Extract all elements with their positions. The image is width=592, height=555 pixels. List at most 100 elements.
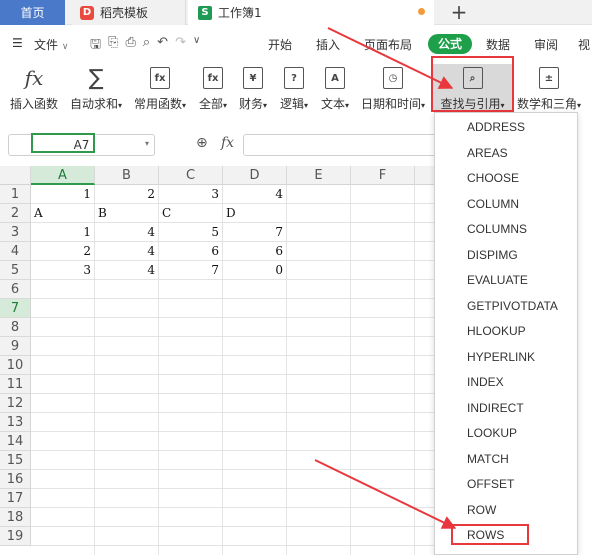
- cell-d4[interactable]: 6: [223, 242, 287, 261]
- finance-button[interactable]: ¥ 财务▾: [234, 64, 272, 112]
- column-header-d[interactable]: D: [223, 166, 287, 185]
- text-button[interactable]: A 文本▾: [316, 64, 354, 112]
- row-header-5[interactable]: 5: [0, 261, 31, 280]
- sigma-icon: ∑: [88, 65, 104, 91]
- tab-workbook[interactable]: S 工作簿1: [188, 0, 434, 25]
- row-header-17[interactable]: 17: [0, 489, 31, 508]
- cell-a1[interactable]: 1: [31, 185, 95, 204]
- row-header-2[interactable]: 2: [0, 204, 31, 223]
- cell-c3[interactable]: 5: [159, 223, 223, 242]
- formula-fx-icon[interactable]: fx: [221, 135, 234, 151]
- cell-d1[interactable]: 4: [223, 185, 287, 204]
- menu-review[interactable]: 审阅: [534, 36, 558, 53]
- format-painter-icon[interactable]: ⎘: [108, 35, 118, 57]
- row-header-9[interactable]: 9: [0, 337, 31, 356]
- function-item-row[interactable]: ROW: [435, 498, 577, 523]
- menu-start[interactable]: 开始: [268, 36, 292, 53]
- datetime-button[interactable]: ◷ 日期和时间▾: [358, 64, 428, 112]
- fx-icon: fx: [24, 66, 44, 90]
- function-item-columns[interactable]: COLUMNS: [435, 217, 577, 242]
- function-item-evaluate[interactable]: EVALUATE: [435, 268, 577, 293]
- function-item-lookup[interactable]: LOOKUP: [435, 421, 577, 446]
- cell-b4[interactable]: 4: [95, 242, 159, 261]
- menu-data[interactable]: 数据: [486, 36, 510, 53]
- function-item-hyperlink[interactable]: HYPERLINK: [435, 345, 577, 370]
- row-header-11[interactable]: 11: [0, 375, 31, 394]
- row-header-4[interactable]: 4: [0, 242, 31, 261]
- cell-c5[interactable]: 7: [159, 261, 223, 280]
- column-header-f[interactable]: F: [351, 166, 415, 185]
- undo-icon[interactable]: ↶: [157, 35, 168, 57]
- row-header-18[interactable]: 18: [0, 508, 31, 527]
- function-item-hlookup[interactable]: HLOOKUP: [435, 319, 577, 344]
- cell-b5[interactable]: 4: [95, 261, 159, 280]
- cell-b2[interactable]: B: [95, 204, 159, 223]
- function-item-column[interactable]: COLUMN: [435, 192, 577, 217]
- insert-function-button[interactable]: fx 插入函数: [6, 64, 62, 112]
- cell-b1[interactable]: 2: [95, 185, 159, 204]
- tab-home[interactable]: 首页: [0, 0, 65, 25]
- row-header-19[interactable]: 19: [0, 527, 31, 546]
- function-item-areas[interactable]: AREAS: [435, 141, 577, 166]
- menu-view[interactable]: 视: [578, 36, 590, 53]
- function-item-getpivotdata[interactable]: GETPIVOTDATA: [435, 294, 577, 319]
- function-item-offset[interactable]: OFFSET: [435, 472, 577, 497]
- math-trig-button[interactable]: ± 数学和三角▾: [514, 64, 584, 112]
- row-header-3[interactable]: 3: [0, 223, 31, 242]
- menu-formula[interactable]: 公式: [428, 34, 472, 54]
- zoom-icon[interactable]: ⊕: [196, 135, 208, 151]
- hamburger-icon[interactable]: ☰: [12, 36, 23, 50]
- tab-template[interactable]: D 稻壳模板: [72, 0, 186, 25]
- column-header-b[interactable]: B: [95, 166, 159, 185]
- save-icon[interactable]: 🖫: [90, 35, 101, 57]
- menu-layout[interactable]: 页面布局: [364, 36, 412, 53]
- row-header-1[interactable]: 1: [0, 185, 31, 204]
- row-header-8[interactable]: 8: [0, 318, 31, 337]
- new-tab-button[interactable]: +: [448, 0, 470, 25]
- cell-c2[interactable]: C: [159, 204, 223, 223]
- column-header-c[interactable]: C: [159, 166, 223, 185]
- select-all-corner[interactable]: [0, 166, 31, 185]
- clock-icon: ◷: [382, 66, 404, 90]
- function-item-choose[interactable]: CHOOSE: [435, 166, 577, 191]
- cell-a4[interactable]: 2: [31, 242, 95, 261]
- cell-a5[interactable]: 3: [31, 261, 95, 280]
- cell-a3[interactable]: 1: [31, 223, 95, 242]
- common-functions-button[interactable]: fx 常用函数▾: [130, 64, 190, 112]
- cell-c4[interactable]: 6: [159, 242, 223, 261]
- row-header-6[interactable]: 6: [0, 280, 31, 299]
- all-functions-button[interactable]: fx 全部▾: [194, 64, 232, 112]
- function-item-index[interactable]: INDEX: [435, 370, 577, 395]
- namebox-dropdown-icon[interactable]: ▾: [145, 139, 149, 148]
- print-preview-icon[interactable]: ⌕: [143, 35, 150, 57]
- cell-a2[interactable]: A: [31, 204, 95, 223]
- function-item-dispimg[interactable]: DISPIMG: [435, 243, 577, 268]
- cell-c1[interactable]: 3: [159, 185, 223, 204]
- cell-d3[interactable]: 7: [223, 223, 287, 242]
- redo-icon[interactable]: ↷: [175, 35, 186, 57]
- cell-d2[interactable]: D: [223, 204, 287, 223]
- row-header-12[interactable]: 12: [0, 394, 31, 413]
- function-item-match[interactable]: MATCH: [435, 447, 577, 472]
- menu-insert[interactable]: 插入: [316, 36, 340, 53]
- logic-label: 逻辑▾: [279, 97, 309, 111]
- column-header-a[interactable]: A: [31, 166, 95, 185]
- row-header-10[interactable]: 10: [0, 356, 31, 375]
- row-header-13[interactable]: 13: [0, 413, 31, 432]
- row-header-14[interactable]: 14: [0, 432, 31, 451]
- row-header-15[interactable]: 15: [0, 451, 31, 470]
- logic-button[interactable]: ? 逻辑▾: [275, 64, 313, 112]
- row-header-16[interactable]: 16: [0, 470, 31, 489]
- row-header-7[interactable]: 7: [0, 299, 31, 318]
- tab-bar: 首页 D 稻壳模板 S 工作簿1 +: [0, 0, 592, 25]
- function-item-indirect[interactable]: INDIRECT: [435, 396, 577, 421]
- print-icon[interactable]: ⎙: [125, 35, 135, 57]
- cell-b3[interactable]: 4: [95, 223, 159, 242]
- cell-d5[interactable]: 0: [223, 261, 287, 280]
- column-header-e[interactable]: E: [287, 166, 351, 185]
- autosum-button[interactable]: ∑ 自动求和▾: [66, 64, 126, 112]
- more-chevron-icon[interactable]: ∨: [193, 35, 200, 57]
- function-item-address[interactable]: ADDRESS: [435, 115, 577, 140]
- menu-file[interactable]: 文件 ∨: [34, 36, 68, 53]
- formula-input[interactable]: [243, 134, 443, 156]
